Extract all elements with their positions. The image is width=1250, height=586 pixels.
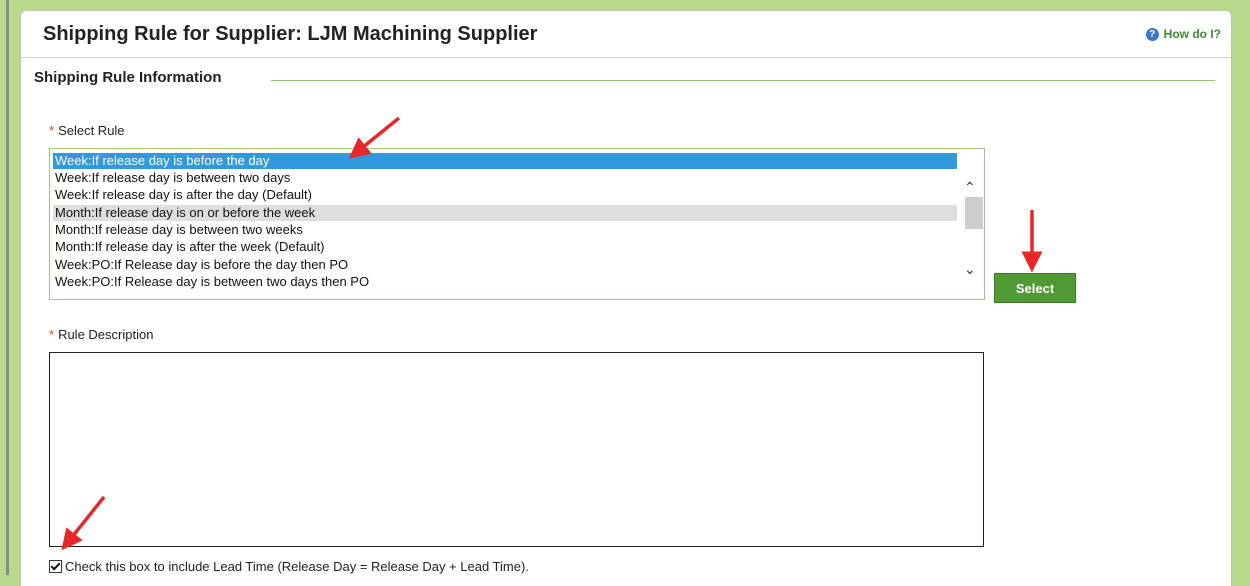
rule-option[interactable]: Week:PO:If Release day is before the day… — [53, 257, 958, 273]
section-title: Shipping Rule Information — [34, 69, 224, 86]
rule-listbox[interactable]: Week:If release day is before the day We… — [49, 148, 985, 300]
rule-option[interactable]: Week:If release day is before the day — [53, 153, 958, 169]
select-rule-label-text: Select Rule — [58, 123, 125, 138]
rule-description-textarea[interactable] — [49, 352, 984, 547]
page-title: Shipping Rule for Supplier: LJM Machinin… — [43, 23, 538, 45]
lead-time-checkbox[interactable] — [49, 560, 62, 573]
rule-option[interactable]: Month:If release day is on or before the… — [53, 205, 958, 221]
rule-option[interactable]: Week:If release day is after the day (De… — [53, 187, 958, 203]
how-do-i-label: How do I? — [1163, 27, 1221, 41]
shipping-rule-panel: Shipping Rule for Supplier: LJM Machinin… — [20, 10, 1232, 586]
select-rule-label: * Select Rule — [49, 123, 125, 138]
how-do-i-link[interactable]: ? How do I? — [1145, 27, 1221, 41]
listbox-scrollbar[interactable]: ⌃ ⌄ — [957, 149, 984, 299]
rule-description-label-text: Rule Description — [58, 327, 154, 342]
required-marker: * — [49, 123, 55, 138]
rule-option[interactable]: Week:PO:If Release day is between two da… — [53, 274, 958, 290]
rule-option[interactable]: Week:If release day is between two days — [53, 170, 958, 186]
select-button[interactable]: Select — [994, 273, 1076, 303]
lead-time-label: Check this box to include Lead Time (Rel… — [65, 559, 529, 574]
help-circle-icon: ? — [1145, 27, 1159, 41]
rule-description-label: * Rule Description — [49, 327, 153, 342]
rule-option[interactable]: Month:If release day is after the week (… — [53, 239, 958, 255]
rule-option[interactable]: Month:If release day is between two week… — [53, 222, 958, 238]
page-edge — [0, 0, 9, 575]
chevron-down-icon[interactable]: ⌄ — [964, 261, 976, 278]
section-divider — [271, 80, 1215, 81]
title-divider — [21, 57, 1231, 58]
chevron-up-icon[interactable]: ⌃ — [964, 179, 976, 196]
scrollbar-thumb[interactable] — [965, 197, 983, 229]
required-marker: * — [49, 327, 55, 342]
page-edge-line — [6, 0, 9, 575]
lead-time-row: Check this box to include Lead Time (Rel… — [49, 559, 529, 574]
